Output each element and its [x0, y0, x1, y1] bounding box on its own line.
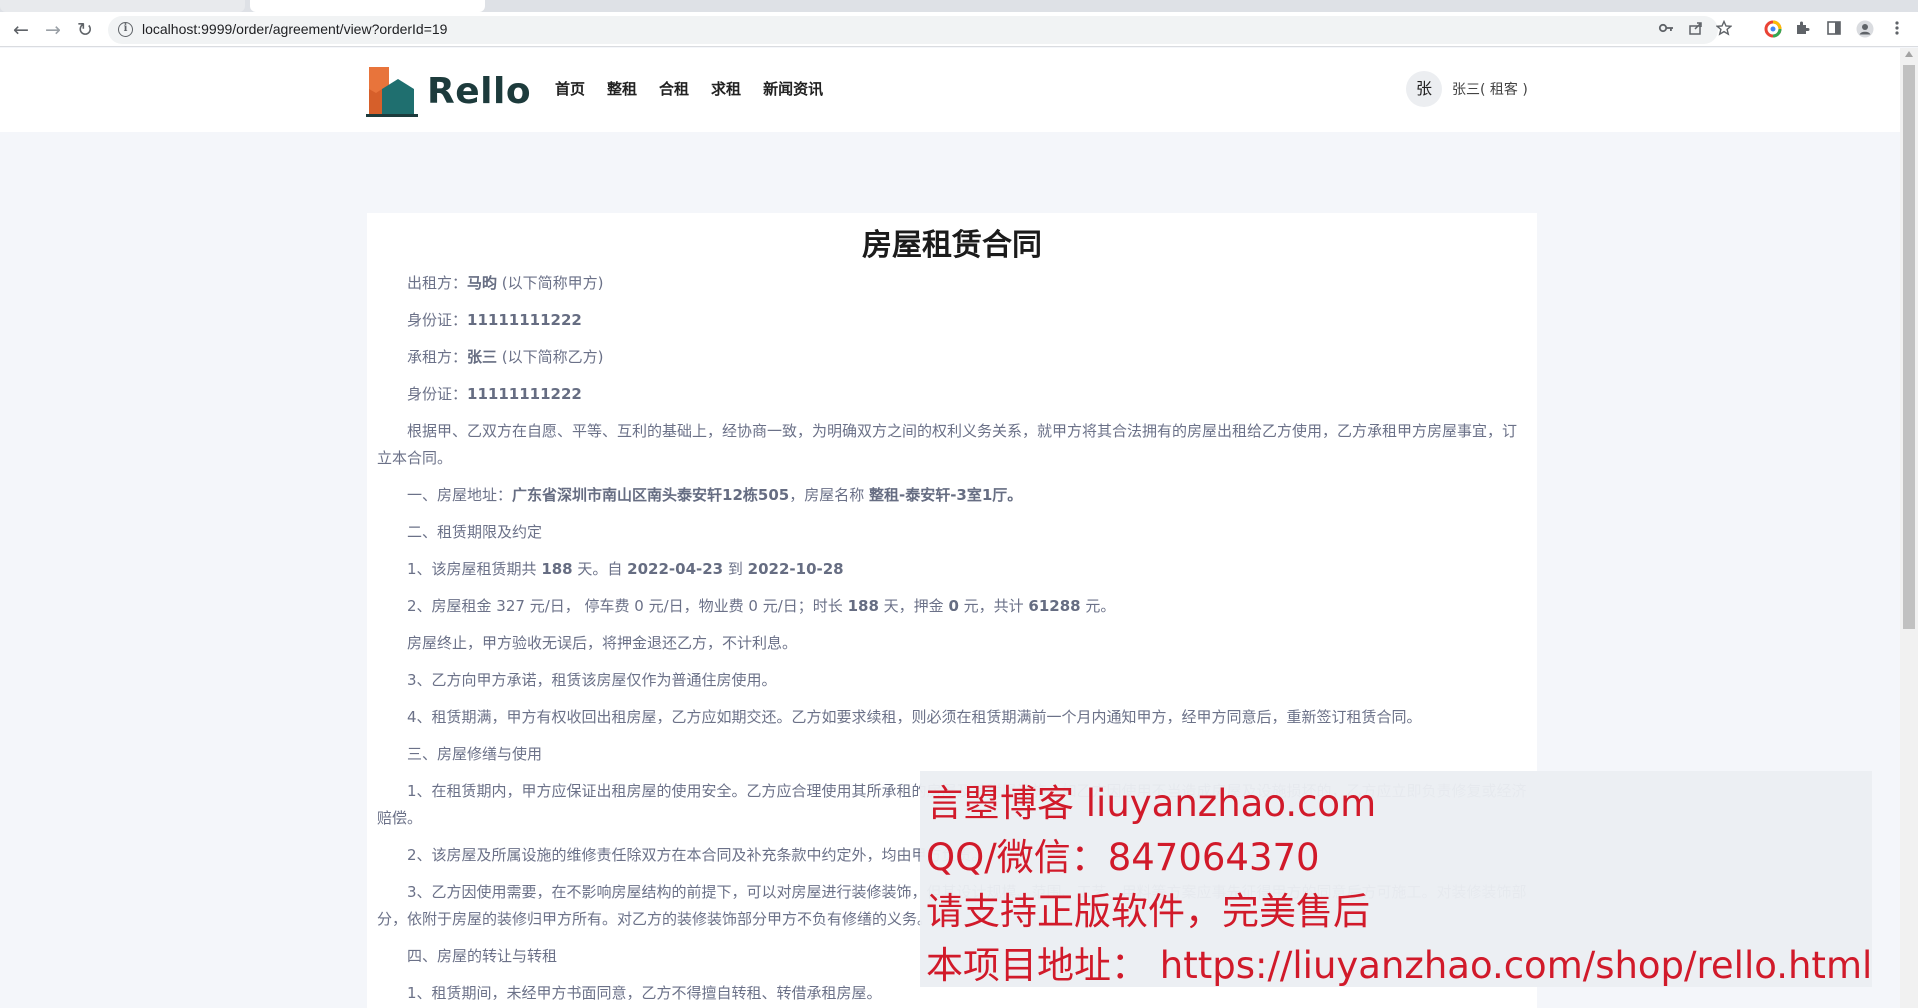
- site-logo[interactable]: Rello: [366, 65, 531, 117]
- bookmark-star-icon[interactable]: [1714, 19, 1734, 40]
- clause-text: 1、该房屋租赁期共: [407, 560, 542, 578]
- section-2-clause-2: 2、房屋租金 327 元/日， 停车费 0 元/日，物业费 0 元/日；时长 1…: [367, 593, 1537, 620]
- clause-text: 2、房屋租金 327 元/日， 停车费 0 元/日，物业费 0 元/日；时长: [407, 597, 848, 615]
- user-menu[interactable]: 张 张三( 租客 ): [1406, 70, 1528, 108]
- page-scrollbar[interactable]: [1900, 48, 1918, 1008]
- contract-title: 房屋租赁合同: [862, 228, 1042, 263]
- nav-item-home[interactable]: 首页: [555, 79, 585, 99]
- browser-tab-active[interactable]: [250, 0, 485, 12]
- preamble: 根据甲、乙双方在自愿、平等、互利的基础上，经协商一致，为明确双方之间的权利义务关…: [377, 422, 1518, 467]
- section-1-address: 一、房屋地址：广东省深圳市南山区南头泰安轩12栋505，房屋名称 整租-泰安轩-…: [367, 482, 1537, 509]
- scrollbar-thumb[interactable]: [1903, 65, 1915, 629]
- section-2-clause-3: 3、乙方向甲方承诺，租赁该房屋仅作为普通住房使用。: [407, 671, 777, 689]
- lessor-id-label: 身份证：: [407, 311, 468, 329]
- puzzle-icon[interactable]: [1792, 20, 1812, 40]
- watermark-overlay: 言曌博客 liuyanzhao.com QQ/微信：847064370 请支持正…: [920, 771, 1872, 987]
- nav-item-whole-rent[interactable]: 整租: [607, 79, 637, 99]
- url-text[interactable]: localhost:9999/order/agreement/view?orde…: [142, 21, 447, 37]
- browser-toolbar: ← → ↻ i localhost:9999/order/agreement/v…: [0, 12, 1918, 47]
- sidebar-icon[interactable]: [1824, 20, 1844, 40]
- section-3-title: 三、房屋修缮与使用: [407, 745, 543, 763]
- lease-days: 188: [541, 560, 573, 578]
- share-icon[interactable]: [1686, 20, 1706, 40]
- extension-color-icon[interactable]: [1763, 20, 1783, 40]
- logo-house-icon: [366, 67, 418, 117]
- lessee-name: 张三: [467, 348, 498, 366]
- clause-text: 天，押金: [878, 597, 949, 615]
- clause-text: 天。自: [572, 560, 628, 578]
- nav-item-seeking-rent[interactable]: 求租: [711, 79, 741, 99]
- user-name[interactable]: 张三( 租客 ): [1452, 79, 1528, 99]
- lessor-id: 11111111222: [467, 311, 582, 329]
- address-bar[interactable]: i localhost:9999/order/agreement/view?or…: [108, 16, 1733, 44]
- lessee-id: 11111111222: [467, 385, 582, 403]
- watermark-line-2: QQ/微信：847064370: [926, 836, 1320, 879]
- lessee-label: 承租方：: [407, 348, 468, 366]
- clause-text: 元，共计: [958, 597, 1029, 615]
- clause-text: 到: [723, 560, 748, 578]
- watermark-line-4: 本项目地址： https://liuyanzhao.com/shop/rello…: [926, 944, 1873, 987]
- logo-text: Rello: [427, 71, 532, 112]
- tab-strip: [0, 0, 1918, 12]
- lessee-id-label: 身份证：: [407, 385, 468, 403]
- profile-icon[interactable]: [1855, 20, 1875, 40]
- forward-icon[interactable]: →: [40, 17, 66, 43]
- house-name: 整租-泰安轩-3室1厅。: [868, 486, 1023, 504]
- lessor-line: 出租方：马昀 (以下简称甲方): [367, 270, 1537, 297]
- lease-days: 188: [847, 597, 879, 615]
- address-label: 一、房屋地址：: [407, 486, 513, 504]
- house-address: 广东省深圳市南山区南头泰安轩12栋505: [512, 486, 790, 504]
- start-date: 2022-04-23: [627, 560, 724, 578]
- total-amount: 61288: [1028, 597, 1081, 615]
- clause-text: 元。: [1080, 597, 1116, 615]
- watermark-line-1: 言曌博客 liuyanzhao.com: [926, 782, 1377, 825]
- lessor-suffix: (以下简称甲方): [497, 274, 604, 292]
- avatar[interactable]: 张: [1406, 71, 1442, 107]
- end-date: 2022-10-28: [747, 560, 844, 578]
- watermark-line-3: 请支持正版软件，完美售后: [926, 890, 1370, 933]
- lessee-id-line: 身份证：11111111222: [367, 381, 1537, 408]
- lessee-line: 承租方：张三 (以下简称乙方): [367, 344, 1537, 371]
- menu-icon[interactable]: [1887, 20, 1907, 40]
- house-name-label: ，房屋名称: [789, 486, 869, 504]
- lessee-suffix: (以下简称乙方): [497, 348, 604, 366]
- browser-tab-inactive[interactable]: [0, 0, 245, 12]
- back-icon[interactable]: ←: [8, 17, 34, 43]
- section-2-clause-4: 4、租赁期满，甲方有权收回出租房屋，乙方应如期交还。乙方如要求续租，则必须在租赁…: [407, 708, 1422, 726]
- deposit: 0: [948, 597, 959, 615]
- main-nav: 首页 整租 合租 求租 新闻资讯: [555, 79, 845, 99]
- nav-item-news[interactable]: 新闻资讯: [763, 79, 823, 99]
- site-header: Rello 首页 整租 合租 求租 新闻资讯 张 张三( 租客 ): [0, 48, 1900, 132]
- section-2-deposit: 房屋终止，甲方验收无误后，将押金退还乙方，不计利息。: [407, 634, 798, 652]
- nav-item-shared-rent[interactable]: 合租: [659, 79, 689, 99]
- lessor-id-line: 身份证：11111111222: [367, 307, 1537, 334]
- site-info-icon[interactable]: i: [118, 22, 133, 37]
- section-2-clause-1: 1、该房屋租赁期共 188 天。自 2022-04-23 到 2022-10-2…: [367, 556, 1537, 583]
- section-2-title: 二、租赁期限及约定: [407, 523, 543, 541]
- lessor-name: 马昀: [467, 274, 498, 292]
- scroll-up-arrow-icon[interactable]: [1905, 51, 1913, 57]
- key-icon[interactable]: [1656, 20, 1676, 40]
- reload-icon[interactable]: ↻: [72, 17, 98, 43]
- lessor-label: 出租方：: [407, 274, 468, 292]
